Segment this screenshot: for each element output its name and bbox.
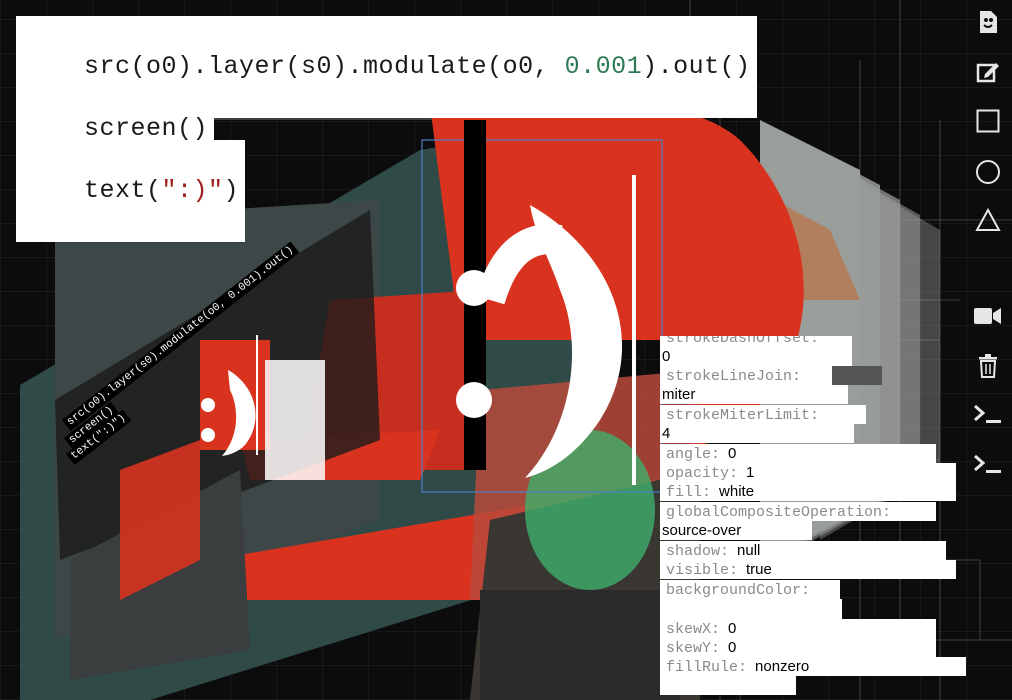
code-line-1-number: 0.001: [564, 52, 643, 81]
prop-strokeMiterLimit: strokeMiterLimit:: [660, 405, 866, 424]
prop-backgroundColor-label: backgroundColor:: [666, 582, 811, 599]
prop-backgroundColor: backgroundColor:: [660, 580, 840, 599]
code-line-3-post: ): [223, 176, 240, 205]
prop-gco: globalCompositeOperation:: [660, 502, 936, 521]
prop-strokeMiterLimit-value[interactable]: 4: [660, 424, 854, 443]
trash-icon[interactable]: [970, 348, 1006, 384]
code-line-1-post: ).out(): [642, 52, 751, 81]
terminal-icon[interactable]: [970, 396, 1006, 432]
prop-strokeLineJoin-label: strokeLineJoin:: [666, 368, 802, 385]
video-camera-icon[interactable]: [970, 298, 1006, 334]
prop-strokeLineJoin-value[interactable]: miter: [660, 385, 848, 404]
prop-skewX-label: skewX:: [666, 621, 721, 638]
prop-skewY-label: skewY:: [666, 640, 721, 657]
prop-skewX: skewX: 0: [660, 619, 936, 638]
prop-gco-value[interactable]: source-over: [660, 521, 812, 540]
prop-fill: fill: white: [660, 482, 956, 501]
prop-shadow: shadow: null: [660, 541, 946, 560]
circle-icon[interactable]: [970, 154, 1006, 190]
prop-fill-label: fill:: [666, 484, 712, 501]
prop-gco-label: globalCompositeOperation:: [666, 504, 892, 521]
prop-fillRule: fillRule: nonzero: [660, 657, 966, 676]
square-icon[interactable]: [970, 103, 1006, 139]
code-line-2-text: screen(): [84, 114, 209, 143]
properties-panel: strokeDashOffset: 0 strokeLineJoin: mite…: [660, 336, 970, 700]
prop-shadow-value[interactable]: null: [737, 542, 760, 559]
code-line-3-string: ":)": [161, 176, 224, 205]
prop-opacity-label: opacity:: [666, 465, 739, 482]
prop-strokeDashOffset-value[interactable]: 0: [660, 347, 852, 366]
terminal-icon-2[interactable]: [970, 446, 1006, 482]
prop-angle: angle: 0: [660, 444, 936, 463]
prop-strokeMiterLimit-label: strokeMiterLimit:: [666, 407, 820, 424]
edit-icon[interactable]: [970, 54, 1006, 90]
code-line-1-pre: src(o0).layer(s0).modulate(o0,: [84, 52, 565, 81]
prop-fillRule-value[interactable]: nonzero: [755, 658, 809, 675]
prop-skewY-value[interactable]: 0: [728, 639, 736, 656]
prop-strokeLineJoin: strokeLineJoin:: [660, 366, 832, 385]
code-gap-1: [22, 52, 28, 72]
prop-opacity: opacity: 1: [660, 463, 956, 482]
prop-opacity-value[interactable]: 1: [746, 464, 754, 481]
prop-angle-value[interactable]: 0: [728, 445, 736, 462]
prop-strokeDashOffset-label: strokeDashOffset:: [666, 336, 820, 347]
triangle-icon[interactable]: [970, 202, 1006, 238]
prop-next-row: [660, 676, 796, 695]
prop-visible-value[interactable]: true: [746, 561, 772, 578]
prop-strokeLineJoin-bar: [832, 366, 882, 385]
code-gap-2: [22, 114, 28, 134]
code-line-3-pre: text(: [84, 176, 162, 205]
prop-visible-label: visible:: [666, 562, 739, 579]
new-file-icon[interactable]: [970, 4, 1006, 40]
prop-fill-value[interactable]: white: [719, 483, 754, 500]
prop-strokeDashOffset: strokeDashOffset:: [660, 336, 852, 347]
hydra-canvas[interactable]: src(o0).layer(s0).modulate(o0, 0.001).ou…: [0, 0, 1012, 700]
prop-visible: visible: true: [660, 560, 956, 579]
code-line-3[interactable]: text(":)"): [16, 140, 246, 242]
prop-fillRule-label: fillRule:: [666, 659, 748, 676]
prop-skewX-value[interactable]: 0: [728, 620, 736, 637]
prop-shadow-label: shadow:: [666, 543, 730, 560]
prop-skewY: skewY: 0: [660, 638, 936, 657]
prop-angle-label: angle:: [666, 446, 721, 463]
